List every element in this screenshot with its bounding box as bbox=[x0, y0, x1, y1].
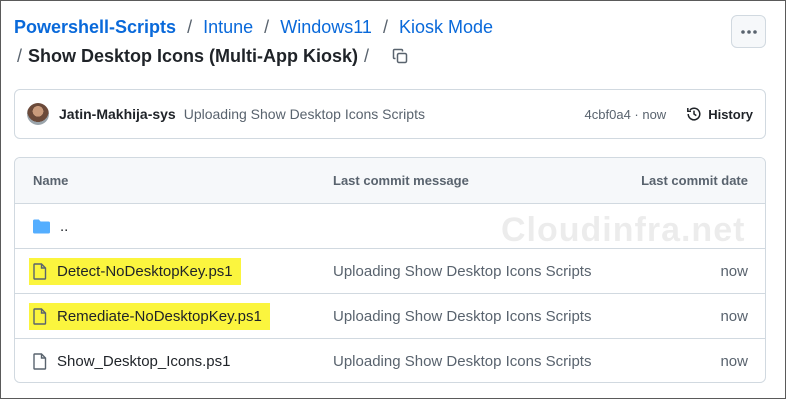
commit-author-link[interactable]: Jatin-Makhija-sys bbox=[59, 106, 176, 122]
latest-commit-bar: Jatin-Makhija-sys Uploading Show Desktop… bbox=[14, 89, 766, 139]
table-row[interactable]: Remediate-NoDesktopKey.ps1 Uploading Sho… bbox=[15, 294, 765, 339]
breadcrumb-link-intune[interactable]: Intune bbox=[203, 17, 253, 37]
breadcrumb-link-kiosk-mode[interactable]: Kiosk Mode bbox=[399, 17, 493, 37]
breadcrumb-separator: / bbox=[187, 17, 193, 37]
breadcrumb-separator: / bbox=[382, 17, 388, 37]
table-row[interactable]: Detect-NoDesktopKey.ps1 Uploading Show D… bbox=[15, 249, 765, 294]
commit-message-link[interactable]: Uploading Show Desktop Icons Scripts bbox=[184, 106, 425, 122]
commit-message-cell[interactable]: Uploading Show Desktop Icons Scripts bbox=[333, 263, 591, 280]
file-icon bbox=[33, 353, 47, 370]
copy-icon bbox=[392, 48, 408, 64]
name-cell: Show_Desktop_Icons.ps1 bbox=[33, 353, 230, 370]
file-icon bbox=[33, 307, 47, 325]
copy-path-button[interactable] bbox=[389, 45, 411, 67]
history-button[interactable]: History bbox=[686, 106, 753, 122]
history-icon bbox=[687, 107, 701, 121]
breadcrumb-separator: / bbox=[264, 17, 270, 37]
kebab-horizontal-icon bbox=[740, 29, 757, 34]
commit-date-cell: now bbox=[720, 262, 748, 280]
commit-date-cell: now bbox=[720, 353, 748, 370]
header-last-commit-message: Last commit message bbox=[333, 173, 469, 188]
page-title: Show Desktop Icons (Multi-App Kiosk) bbox=[28, 46, 359, 66]
commit-date-cell: now bbox=[720, 307, 748, 325]
breadcrumb-separator: / bbox=[17, 46, 23, 66]
breadcrumb-root-link[interactable]: Powershell-Scripts bbox=[14, 17, 176, 37]
name-cell: Remediate-NoDesktopKey.ps1 bbox=[29, 302, 270, 330]
file-link[interactable]: Detect-NoDesktopKey.ps1 bbox=[57, 263, 233, 280]
header-name: Name bbox=[33, 173, 69, 188]
commit-message-cell[interactable]: Uploading Show Desktop Icons Scripts bbox=[333, 308, 591, 325]
file-link[interactable]: Remediate-NoDesktopKey.ps1 bbox=[57, 308, 262, 325]
table-row[interactable]: Show_Desktop_Icons.ps1 Uploading Show De… bbox=[15, 339, 765, 382]
breadcrumb-current-line: / Show Desktop Icons (Multi-App Kiosk) / bbox=[17, 45, 411, 67]
history-label: History bbox=[708, 106, 753, 122]
table-header: Name Last commit message Last commit dat… bbox=[15, 158, 765, 204]
highlight-mark: Detect-NoDesktopKey.ps1 bbox=[29, 257, 241, 285]
header-last-commit-date: Last commit date bbox=[641, 173, 748, 188]
more-options-button[interactable] bbox=[731, 15, 766, 48]
avatar[interactable] bbox=[27, 103, 49, 125]
parent-directory-link[interactable]: .. bbox=[60, 218, 68, 235]
commit-message-cell[interactable]: Uploading Show Desktop Icons Scripts bbox=[333, 353, 591, 370]
commit-sha-time[interactable]: 4cbf0a4 · now bbox=[585, 107, 667, 122]
file-icon bbox=[33, 262, 47, 280]
file-table: Name Last commit message Last commit dat… bbox=[14, 157, 766, 383]
highlight-mark: Remediate-NoDesktopKey.ps1 bbox=[29, 302, 270, 330]
name-cell: Detect-NoDesktopKey.ps1 bbox=[29, 257, 241, 285]
breadcrumb: Powershell-Scripts / Intune / Windows11 … bbox=[14, 16, 493, 38]
name-cell: .. bbox=[33, 218, 68, 235]
breadcrumb-separator: / bbox=[364, 46, 370, 66]
folder-icon bbox=[33, 219, 50, 233]
breadcrumb-link-windows11[interactable]: Windows11 bbox=[280, 17, 372, 37]
table-row-parent-directory[interactable]: .. bbox=[15, 204, 765, 249]
file-link[interactable]: Show_Desktop_Icons.ps1 bbox=[57, 353, 230, 370]
